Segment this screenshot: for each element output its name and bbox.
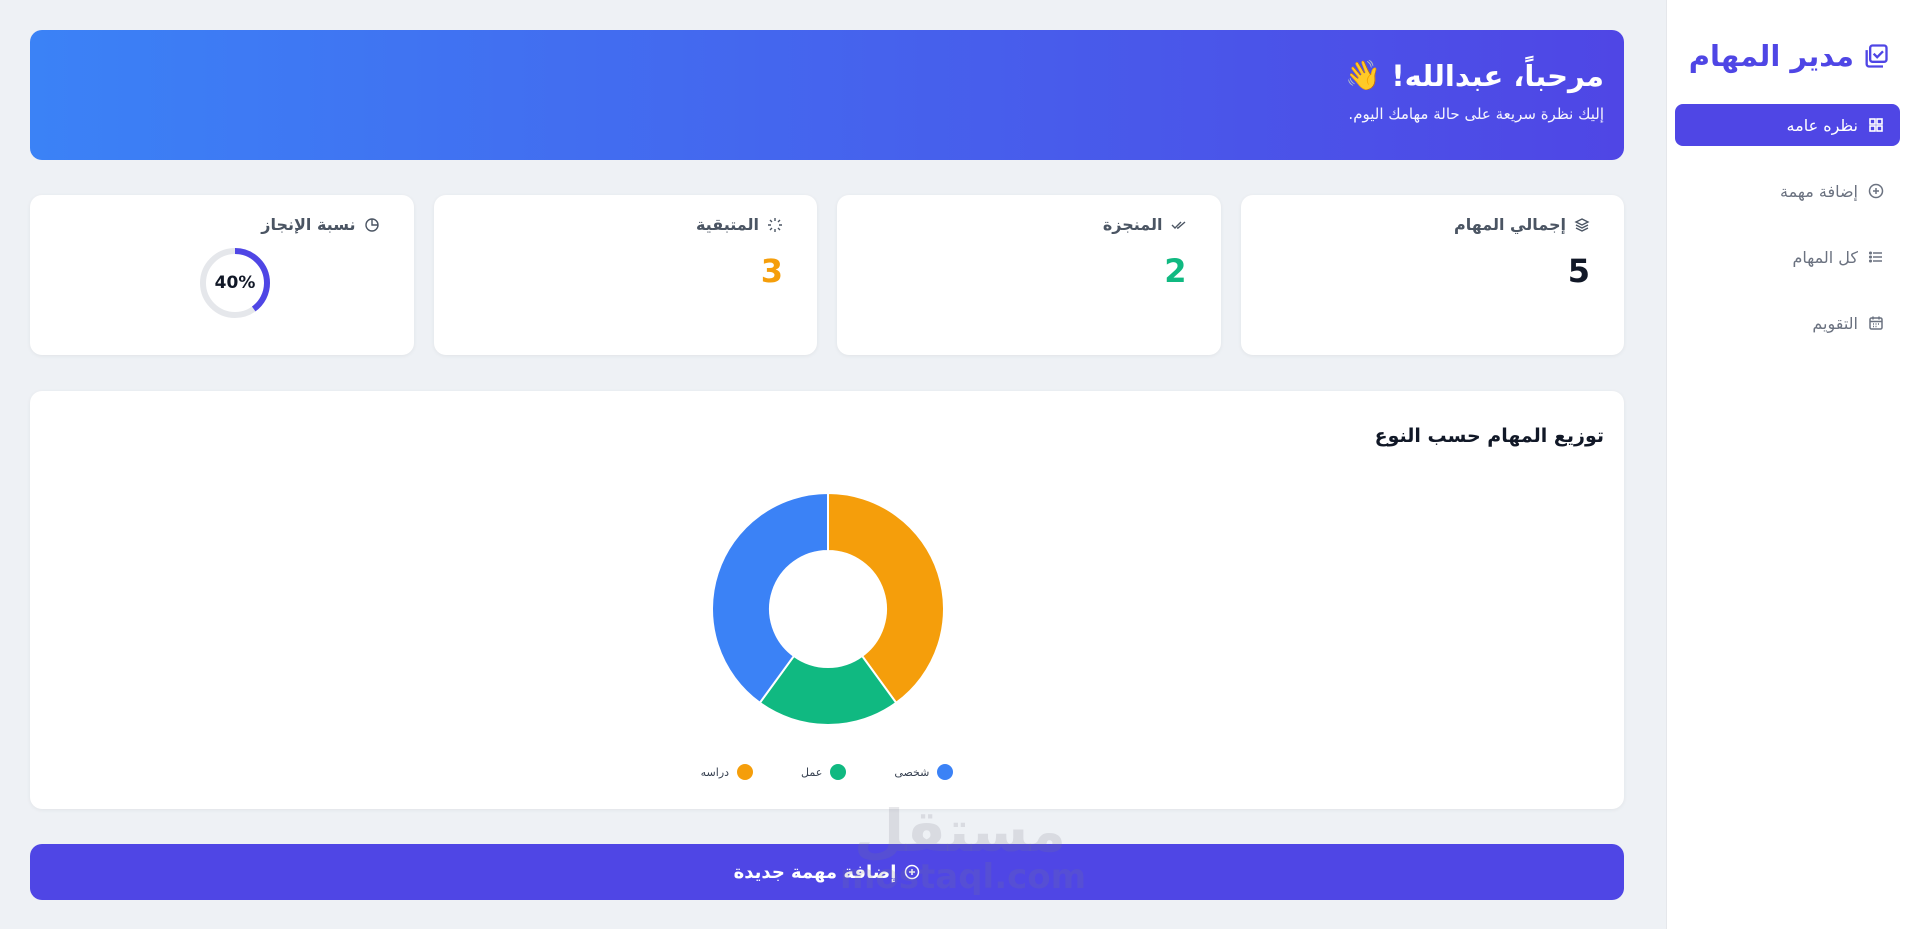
add-new-task-button[interactable]: إضافة مهمة جديدة (30, 844, 1624, 900)
sidebar-item-all-tasks[interactable]: كل المهام (1675, 236, 1900, 278)
legend-label: شخصى (894, 765, 930, 779)
stats-cards: إجمالي المهام 5 المنجزة 2 المتبقية 3 نسب… (30, 195, 1624, 355)
stat-label: المتبقية (695, 215, 759, 234)
legend-swatch (937, 764, 954, 780)
chart-legend: دراسه عمل شخصى (30, 764, 1624, 780)
plus-circle-icon (1868, 183, 1884, 199)
welcome-banner: مرحباً، عبدالله! 👋 إليك نظرة سريعة على ح… (30, 30, 1624, 160)
brand-title: مدير المهام (1688, 39, 1854, 73)
completion-percent: 40% (214, 273, 256, 293)
legend-item[interactable]: دراسه (700, 764, 754, 780)
legend-item[interactable]: عمل (801, 764, 847, 780)
welcome-title: مرحباً، عبدالله! 👋 (50, 58, 1604, 93)
main-content: مرحباً، عبدالله! 👋 إليك نظرة سريعة على ح… (30, 30, 1624, 900)
welcome-subtitle: إليك نظرة سريعة على حالة مهامك اليوم. (1348, 105, 1604, 123)
brand[interactable]: مدير المهام (1675, 34, 1900, 78)
grid-icon (1869, 118, 1883, 132)
stat-card-total: إجمالي المهام 5 (1240, 195, 1624, 355)
welcome-text: مرحباً، عبدالله! (1391, 58, 1604, 93)
sidebar: مدير المهام نظره عامه إضافة مهمة كل المه… (1666, 0, 1920, 929)
completion-ring: 40% (198, 246, 272, 320)
legend-swatch (737, 764, 754, 780)
legend-swatch (830, 764, 847, 780)
stat-label: إجمالي المهام (1453, 215, 1566, 234)
sidebar-item-overview[interactable]: نظره عامه (1675, 104, 1900, 146)
calendar-icon (1869, 316, 1883, 330)
sidebar-item-label: إضافة مهمة (1780, 181, 1858, 201)
stat-card-remaining: المتبقية 3 (433, 195, 817, 355)
stat-value-total: 5 (1567, 252, 1590, 290)
sidebar-item-add-task[interactable]: إضافة مهمة (1675, 170, 1900, 212)
legend-label: دراسه (700, 765, 730, 779)
stat-label: المنجزة (1102, 215, 1163, 234)
tasks-check-icon (1865, 44, 1888, 68)
stat-label: نسبة الإنجاز (261, 215, 356, 234)
pie-chart-icon (364, 217, 379, 232)
plus-circle-icon (905, 864, 920, 880)
double-check-icon (1171, 220, 1185, 229)
sidebar-item-label: نظره عامه (1786, 115, 1858, 135)
sidebar-item-calendar[interactable]: التقويم (1675, 302, 1900, 344)
sidebar-item-label: التقويم (1812, 313, 1858, 333)
legend-item[interactable]: شخصى (894, 764, 954, 780)
spinner-icon (768, 217, 782, 232)
stat-value-done: 2 (1164, 252, 1187, 290)
sidebar-item-label: كل المهام (1792, 247, 1858, 267)
add-button-label: إضافة مهمة جديدة (733, 861, 897, 883)
stat-value-remaining: 3 (760, 252, 783, 290)
task-type-chart-card: توزيع المهام حسب النوع دراسه عمل شخصى (30, 391, 1624, 809)
chart-title: توزيع المهام حسب النوع (1374, 425, 1604, 447)
sidebar-nav: نظره عامه إضافة مهمة كل المهام التقويم (1675, 104, 1900, 344)
stat-card-done: المنجزة 2 (837, 195, 1221, 355)
legend-label: عمل (801, 765, 823, 779)
list-icon (1868, 251, 1882, 263)
donut-chart (711, 491, 945, 726)
waving-hand-icon: 👋 (1345, 58, 1382, 92)
layers-icon (1574, 217, 1590, 232)
stat-card-completion: نسبة الإنجاز 40% (30, 195, 414, 355)
